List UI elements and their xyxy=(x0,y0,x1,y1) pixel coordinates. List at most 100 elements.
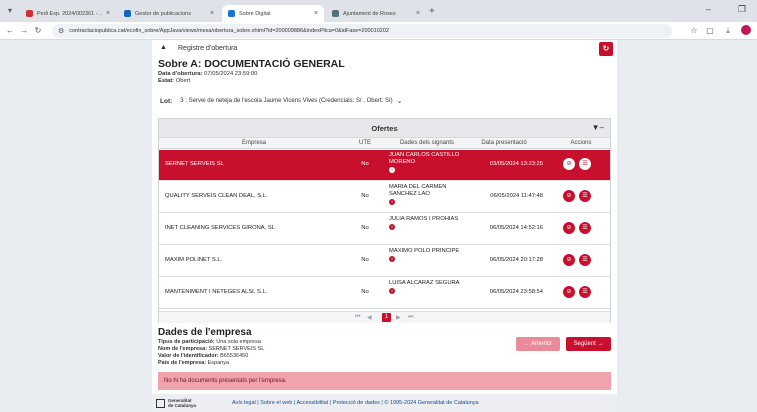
reject-icon[interactable]: ⊘ xyxy=(563,158,575,170)
close-icon[interactable]: × xyxy=(210,10,214,17)
pager: ⏮ ◀ 1 ▶ ⏭ xyxy=(159,311,610,323)
reject-icon[interactable]: ⊘ xyxy=(563,286,575,298)
info-icon[interactable]: + xyxy=(389,256,395,262)
empresa-cell: QUALITY SERVEIS CLEAN DEAL, S.L. xyxy=(165,193,268,199)
close-icon[interactable]: × xyxy=(416,10,420,17)
profile-avatar[interactable] xyxy=(741,25,751,35)
tab-sobre-digital[interactable]: Sobre Digital × xyxy=(222,5,324,22)
restore-icon[interactable]: ❐ xyxy=(738,4,746,15)
page-1-button[interactable]: 1 xyxy=(382,313,391,322)
identificador: Valor de l'identificador: B65536450 xyxy=(158,353,249,359)
footer-links[interactable]: Avís legal | Sobre el web | Accessibilit… xyxy=(232,400,479,406)
info-icon[interactable]: + xyxy=(389,167,395,173)
table-row[interactable]: QUALITY SERVEIS CLEAN DEAL, S.L. No MARIA … xyxy=(159,182,610,213)
page-title: Sobre A: DOCUMENTACIÓ GENERAL xyxy=(158,58,345,70)
register-bar: ▲ Registre d'obertura ↻ xyxy=(156,42,613,56)
documents-icon[interactable]: ☰ xyxy=(579,158,591,170)
empresa-cell: MANTENIMENT I NETEGES ALSI, S.L. xyxy=(165,289,268,295)
table-row[interactable]: MAXIM POLINET S.L. No MAXIMO POLO PRINCIPE… xyxy=(159,246,610,277)
empresa-cell: SERNET SERVEIS SL xyxy=(165,161,224,167)
date-cell: 06/05/2024 20:17:28 xyxy=(489,257,543,263)
tab-search-icon[interactable]: ▾ xyxy=(4,4,16,18)
ute-cell: No xyxy=(361,193,369,199)
download-icon[interactable]: ⤓ xyxy=(722,25,734,37)
table-row[interactable]: INET CLEANING SERVICES GIRONA, SL No JULIA… xyxy=(159,214,610,245)
opening-date: Data d'obertura: 07/05/2024 23:59:00 xyxy=(158,71,258,77)
tipus-participacio: Tipus de participació: Una sola empresa xyxy=(158,339,261,345)
ute-cell: No xyxy=(361,161,369,167)
ute-cell: No xyxy=(361,289,369,295)
globe-icon xyxy=(332,10,339,17)
next-button[interactable]: Següent → xyxy=(566,337,611,351)
register-refresh-button[interactable]: ↻ xyxy=(599,42,613,56)
table-header: Empresa UTE Dades dels signants Data pre… xyxy=(159,137,610,149)
next-page-icon[interactable]: ▶ xyxy=(396,314,401,321)
generalitat-logo[interactable]: Generalitat de Catalunya xyxy=(156,398,196,408)
table-row[interactable]: SERNET SERVEIS SL No JUAN CARLOS CASTILLO … xyxy=(159,150,610,181)
register-label: Registre d'obertura xyxy=(178,45,238,52)
back-icon[interactable]: ← xyxy=(4,24,16,38)
info-icon[interactable]: + xyxy=(389,288,395,294)
gmail-icon xyxy=(26,10,33,17)
filter-icon[interactable]: ▼– xyxy=(592,123,604,132)
chevron-down-icon: ⌄ xyxy=(396,98,403,105)
first-page-icon[interactable]: ⏮ xyxy=(355,314,360,321)
ofertes-header: Ofertes ▼– xyxy=(159,119,610,137)
empresa-cell: MAXIM POLINET S.L. xyxy=(165,257,223,263)
col-ute[interactable]: UTE xyxy=(351,140,379,146)
empresa-title: Dades de l'empresa xyxy=(158,327,252,338)
tab-pedi[interactable]: Pedi Exp. 2024/002361 - ... × xyxy=(20,5,116,22)
lock-icon: ▲ xyxy=(160,44,167,51)
address-bar[interactable]: ⚙ contractaciopublica.cat/ecofin_sobre/A… xyxy=(52,24,672,38)
date-cell: 06/05/2024 11:47:48 xyxy=(490,193,543,199)
reject-icon[interactable]: ⊘ xyxy=(563,190,575,202)
status: Estat: Obert xyxy=(158,78,191,84)
tab-ajuntament[interactable]: Ajuntament de Roses × xyxy=(326,5,426,22)
lot-selector: Lot: 3 : Servei de neteja de l'escola Ja… xyxy=(160,97,403,106)
bookmark-star-icon[interactable]: ☆ xyxy=(688,25,700,37)
lot-label: Lot: xyxy=(160,97,173,105)
generalitat-mark-icon xyxy=(156,398,165,408)
site-icon xyxy=(124,10,131,17)
empresa-cell: INET CLEANING SERVICES GIRONA, SL xyxy=(165,225,275,231)
table-row[interactable]: MANTENIMENT I NETEGES ALSI, S.L. No LUISA … xyxy=(159,278,610,309)
info-icon[interactable]: + xyxy=(389,199,395,205)
close-icon[interactable]: × xyxy=(314,10,318,17)
documents-icon[interactable]: ☰ xyxy=(579,222,591,234)
lot-select[interactable]: 3 : Servei de neteja de l'escola Jaume V… xyxy=(180,97,402,105)
ute-cell: No xyxy=(361,257,369,263)
browser-tabbar: ▾ Pedi Exp. 2024/002361 - ... × Gestor d… xyxy=(0,0,757,22)
site-info-icon[interactable]: ⚙ xyxy=(58,27,64,35)
prev-page-icon[interactable]: ◀ xyxy=(367,314,372,321)
extensions-icon[interactable]: ▢ xyxy=(704,25,716,37)
mail-icon xyxy=(228,10,235,17)
new-tab-icon[interactable]: + xyxy=(429,6,435,17)
reload-icon[interactable]: ↻ xyxy=(32,24,44,38)
documents-icon[interactable]: ☰ xyxy=(579,286,591,298)
ute-cell: No xyxy=(361,225,369,231)
info-icon[interactable]: + xyxy=(389,224,395,230)
col-empresa[interactable]: Empresa xyxy=(189,140,319,146)
col-accions: Accions xyxy=(570,140,592,146)
url-text: contractaciopublica.cat/ecofin_sobre/App… xyxy=(69,28,389,34)
reject-icon[interactable]: ⊘ xyxy=(563,254,575,266)
last-page-icon[interactable]: ⏭ xyxy=(408,314,413,321)
pais-empresa: País de l'empresa: Espanya xyxy=(158,360,230,366)
documents-icon[interactable]: ☰ xyxy=(579,254,591,266)
documents-icon[interactable]: ☰ xyxy=(579,190,591,202)
forward-icon[interactable]: → xyxy=(18,24,30,38)
minimize-icon[interactable]: – xyxy=(706,4,711,14)
main-content: ▲ Registre d'obertura ↻ Sobre A: DOCUMEN… xyxy=(152,40,617,394)
col-data[interactable]: Data presentació xyxy=(465,140,543,146)
col-signants[interactable]: Dades dels signants xyxy=(385,140,469,146)
reject-icon[interactable]: ⊘ xyxy=(563,222,575,234)
previous-button[interactable]: ← Anterior xyxy=(516,337,560,351)
ofertes-title: Ofertes xyxy=(371,124,398,133)
date-cell: 06/05/2024 23:58:54 xyxy=(489,289,543,295)
tab-gestor[interactable]: Gestor de publicacions × xyxy=(118,5,220,22)
ofertes-panel: Ofertes ▼– Empresa UTE Dades dels signan… xyxy=(158,118,611,323)
date-cell: 03/05/2024 13:23:25 xyxy=(489,161,543,167)
footer: Generalitat de Catalunya Avís legal | Sob… xyxy=(152,394,617,412)
nom-empresa: Nom de l'empresa: SERNET SERVEIS SL xyxy=(158,346,265,352)
close-icon[interactable]: × xyxy=(106,10,110,17)
